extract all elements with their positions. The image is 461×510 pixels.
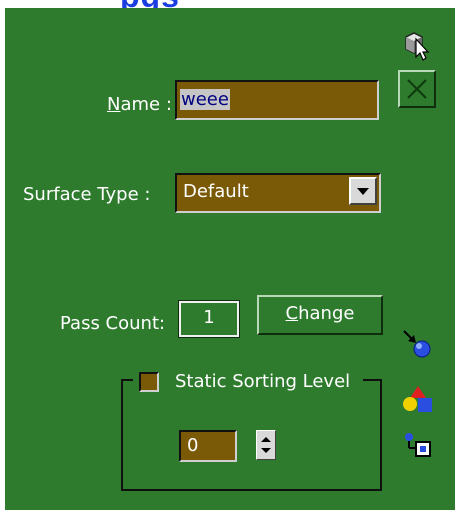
surface-type-label: Surface Type : [23, 184, 151, 205]
surface-type-value: Default [183, 181, 249, 202]
spin-down-icon[interactable] [261, 448, 271, 453]
add-pass-button[interactable] [400, 325, 438, 363]
copy-cube-icon [405, 433, 431, 457]
surface-type-select[interactable]: Default [175, 173, 381, 213]
material-button[interactable] [400, 380, 438, 418]
spin-up-icon[interactable] [261, 437, 271, 442]
static-sorting-checkbox[interactable] [139, 372, 159, 392]
pass-count-label: Pass Count: [60, 313, 166, 334]
add-arrow-sphere-icon [403, 330, 431, 358]
pass-count-value-box: 1 [178, 300, 240, 338]
static-sorting-group [121, 379, 382, 491]
name-field[interactable]: weee [175, 80, 379, 120]
static-sorting-label: Static Sorting Level [175, 371, 351, 392]
select-tool-button[interactable] [398, 27, 436, 65]
copy-button[interactable] [400, 428, 438, 466]
change-label: Change [285, 303, 355, 324]
change-button[interactable]: Change [257, 295, 383, 335]
colored-shapes-icon [403, 386, 432, 412]
name-label: Name : [107, 94, 172, 115]
cursor-select-icon [405, 32, 430, 61]
close-x-icon [407, 79, 427, 99]
pass-count-value: 1 [203, 307, 215, 328]
partial-title: pgs [120, 0, 180, 8]
title-strip: pgs [0, 0, 461, 8]
dropdown-button[interactable] [349, 177, 377, 205]
sorting-level-stepper[interactable] [256, 430, 276, 460]
sorting-level-value: 0 [187, 435, 199, 456]
chevron-down-icon [357, 188, 369, 195]
delete-button[interactable] [398, 70, 436, 108]
properties-panel: Name : weee Surface Type : Default Pass … [5, 8, 455, 510]
sorting-level-field[interactable]: 0 [179, 430, 237, 462]
name-value: weee [180, 89, 230, 110]
